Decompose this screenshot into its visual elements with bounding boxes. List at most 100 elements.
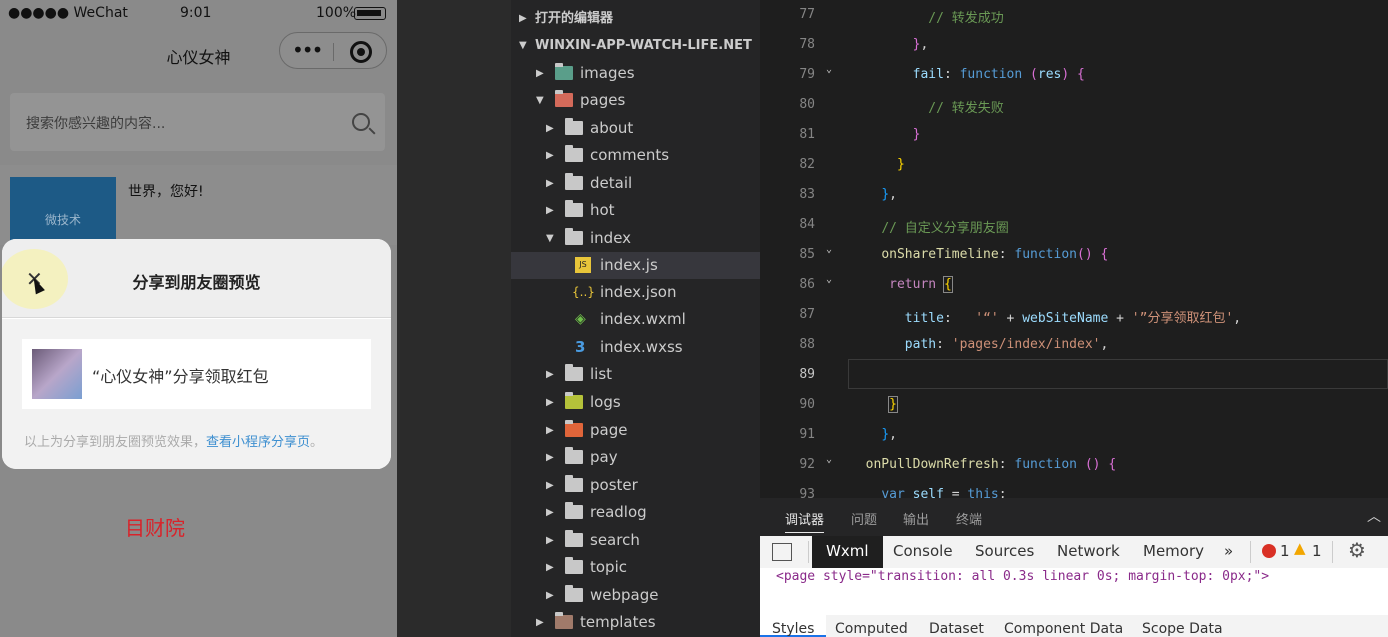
share-text: “心仪女神”分享领取红包: [92, 367, 269, 386]
tab-problems[interactable]: 问题: [851, 509, 877, 528]
tab-sources[interactable]: Sources: [975, 542, 1034, 560]
inspect-element-icon[interactable]: [772, 543, 792, 561]
tree-item-about[interactable]: ▶ about: [511, 115, 760, 142]
line-number: 86: [799, 277, 815, 292]
tree-item-index-wxss[interactable]: 3 index.wxss: [511, 334, 760, 361]
js-file-icon: JS: [575, 257, 591, 273]
warning-count[interactable]: 1: [1312, 542, 1322, 560]
page-folder-icon: [565, 420, 583, 437]
fold-chevron-icon[interactable]: ⌄: [826, 244, 832, 255]
tree-item-search[interactable]: ▶ search: [511, 527, 760, 554]
section-label: 打开的编辑器: [535, 11, 614, 26]
line-number: 91: [799, 427, 815, 442]
line-number: 87: [799, 307, 815, 322]
tab-memory[interactable]: Memory: [1143, 542, 1204, 560]
line-number: 85: [799, 247, 815, 262]
tree-item-index-json[interactable]: {..} index.json: [511, 279, 760, 306]
section-label: WINXIN-APP-WATCH-LIFE.NET: [535, 38, 752, 53]
tab-component-data[interactable]: Component Data: [1004, 621, 1123, 637]
tab-computed[interactable]: Computed: [835, 621, 908, 637]
tree-item-pages[interactable]: ▼ pages: [511, 87, 760, 114]
code-line: title: '“' + webSiteName + '”分享领取红包',: [904, 311, 1242, 326]
open-folder-icon: [565, 228, 583, 245]
tab-console[interactable]: Console: [893, 542, 953, 560]
more-tabs-icon[interactable]: »: [1224, 542, 1233, 560]
section-project[interactable]: ▼ WINXIN-APP-WATCH-LIFE.NET: [511, 32, 760, 59]
tab-wxml[interactable]: Wxml: [812, 536, 883, 568]
footer-text: 以上为分享到朋友圈预览效果，: [24, 435, 207, 450]
modal-footer: 以上为分享到朋友圈预览效果，查看小程序分享页。: [24, 431, 323, 450]
tree-item-templates[interactable]: ▶ templates: [511, 609, 760, 636]
code-line: }: [888, 396, 898, 413]
phone-simulator: ●●●●● WeChat 9:01 100% 心仪女神 ••• 搜索你感兴趣的内…: [0, 0, 397, 637]
folder-icon: [565, 530, 583, 547]
tree-item-webpage[interactable]: ▶ webpage: [511, 582, 760, 609]
status-bar: ●●●●● WeChat 9:01 100%: [0, 0, 397, 28]
tab-output[interactable]: 输出: [903, 509, 929, 528]
tab-network[interactable]: Network: [1057, 542, 1120, 560]
fold-chevron-icon[interactable]: ⌄: [826, 454, 832, 465]
tree-item-index[interactable]: ▼ index: [511, 225, 760, 252]
share-preview-modal: ✕ 分享到朋友圈预览 “心仪女神”分享领取红包 以上为分享到朋友圈预览效果，查看…: [2, 239, 391, 469]
tree-item-index-js[interactable]: JS index.js: [511, 252, 760, 279]
folder-icon: [565, 447, 583, 464]
line-number: 82: [799, 157, 815, 172]
tree-item-images[interactable]: ▶ images: [511, 60, 760, 87]
tab-styles[interactable]: Styles: [760, 615, 827, 637]
line-number: 88: [799, 337, 815, 352]
tree-item-topic[interactable]: ▶ topic: [511, 554, 760, 581]
line-number: 78: [799, 37, 815, 52]
list-item-title: 世界，您好!: [128, 184, 204, 200]
carrier-label: ●●●●● WeChat: [8, 5, 128, 21]
tree-item-list[interactable]: ▶ list: [511, 361, 760, 388]
tab-scope-data[interactable]: Scope Data: [1142, 621, 1223, 637]
folder-icon: [565, 200, 583, 217]
tree-item-poster[interactable]: ▶ poster: [511, 472, 760, 499]
code-line: fail: function (res) {: [912, 67, 1085, 82]
view-share-page-link[interactable]: 查看小程序分享页: [206, 435, 310, 450]
tree-item-hot[interactable]: ▶ hot: [511, 197, 760, 224]
code-editor[interactable]: 77 78 79 80 81 82 83 84 85 86 87 88 89 9…: [760, 0, 1388, 498]
panel-tabs: 调试器 问题 输出 终端 ︿: [760, 498, 1388, 536]
battery-percent: 100%: [316, 5, 357, 21]
tree-item-logs[interactable]: ▶ logs: [511, 389, 760, 416]
wxml-tree-area: [760, 592, 1388, 615]
line-number-current: 89: [799, 367, 815, 382]
watermark-text: 目财院: [125, 516, 185, 540]
tree-item-page[interactable]: ▶ page: [511, 417, 760, 444]
line-number: 80: [799, 97, 815, 112]
tab-terminal[interactable]: 终端: [956, 509, 982, 528]
code-line: // 转发失败: [928, 101, 1004, 116]
images-folder-icon: [555, 63, 573, 80]
error-count[interactable]: 1: [1280, 542, 1290, 560]
current-line-highlight: [848, 359, 1388, 389]
fold-chevron-icon[interactable]: ⌄: [826, 274, 832, 285]
status-time: 9:01: [180, 5, 212, 21]
line-number: 83: [799, 187, 815, 202]
wxml-tree-line[interactable]: <page style="transition: all 0.3s linear…: [760, 568, 1388, 592]
collapse-chevron-icon[interactable]: ︿: [1367, 506, 1381, 526]
menu-capsule[interactable]: •••: [279, 32, 387, 69]
settings-gear-icon[interactable]: ⚙: [1348, 538, 1366, 562]
tree-item-index-wxml[interactable]: ◈ index.wxml: [511, 306, 760, 333]
close-target-icon[interactable]: [350, 41, 372, 63]
toolbar-divider: [808, 541, 809, 563]
section-open-editors[interactable]: ▶ 打开的编辑器: [511, 5, 760, 32]
code-line: return {: [889, 276, 953, 293]
tab-dataset[interactable]: Dataset: [929, 621, 984, 637]
devtools-toolbar: Wxml Console Sources Network Memory » 1 …: [760, 536, 1388, 568]
tree-item-pay[interactable]: ▶ pay: [511, 444, 760, 471]
tree-item-detail[interactable]: ▶ detail: [511, 170, 760, 197]
code-line: // 转发成功: [928, 11, 1004, 26]
tree-item-comments[interactable]: ▶ comments: [511, 142, 760, 169]
list-item[interactable]: 微技术 世界，您好!: [0, 165, 397, 252]
search-input[interactable]: 搜索你感兴趣的内容...: [10, 93, 385, 151]
folder-icon: [565, 364, 583, 381]
tab-debugger[interactable]: 调试器: [785, 509, 825, 533]
fold-chevron-icon[interactable]: ⌄: [826, 64, 832, 75]
more-dots-icon[interactable]: •••: [292, 38, 323, 62]
tree-item-readlog[interactable]: ▶ readlog: [511, 499, 760, 526]
folder-icon: [565, 557, 583, 574]
search-icon[interactable]: [352, 113, 370, 131]
toolbar-divider: [1250, 541, 1251, 563]
